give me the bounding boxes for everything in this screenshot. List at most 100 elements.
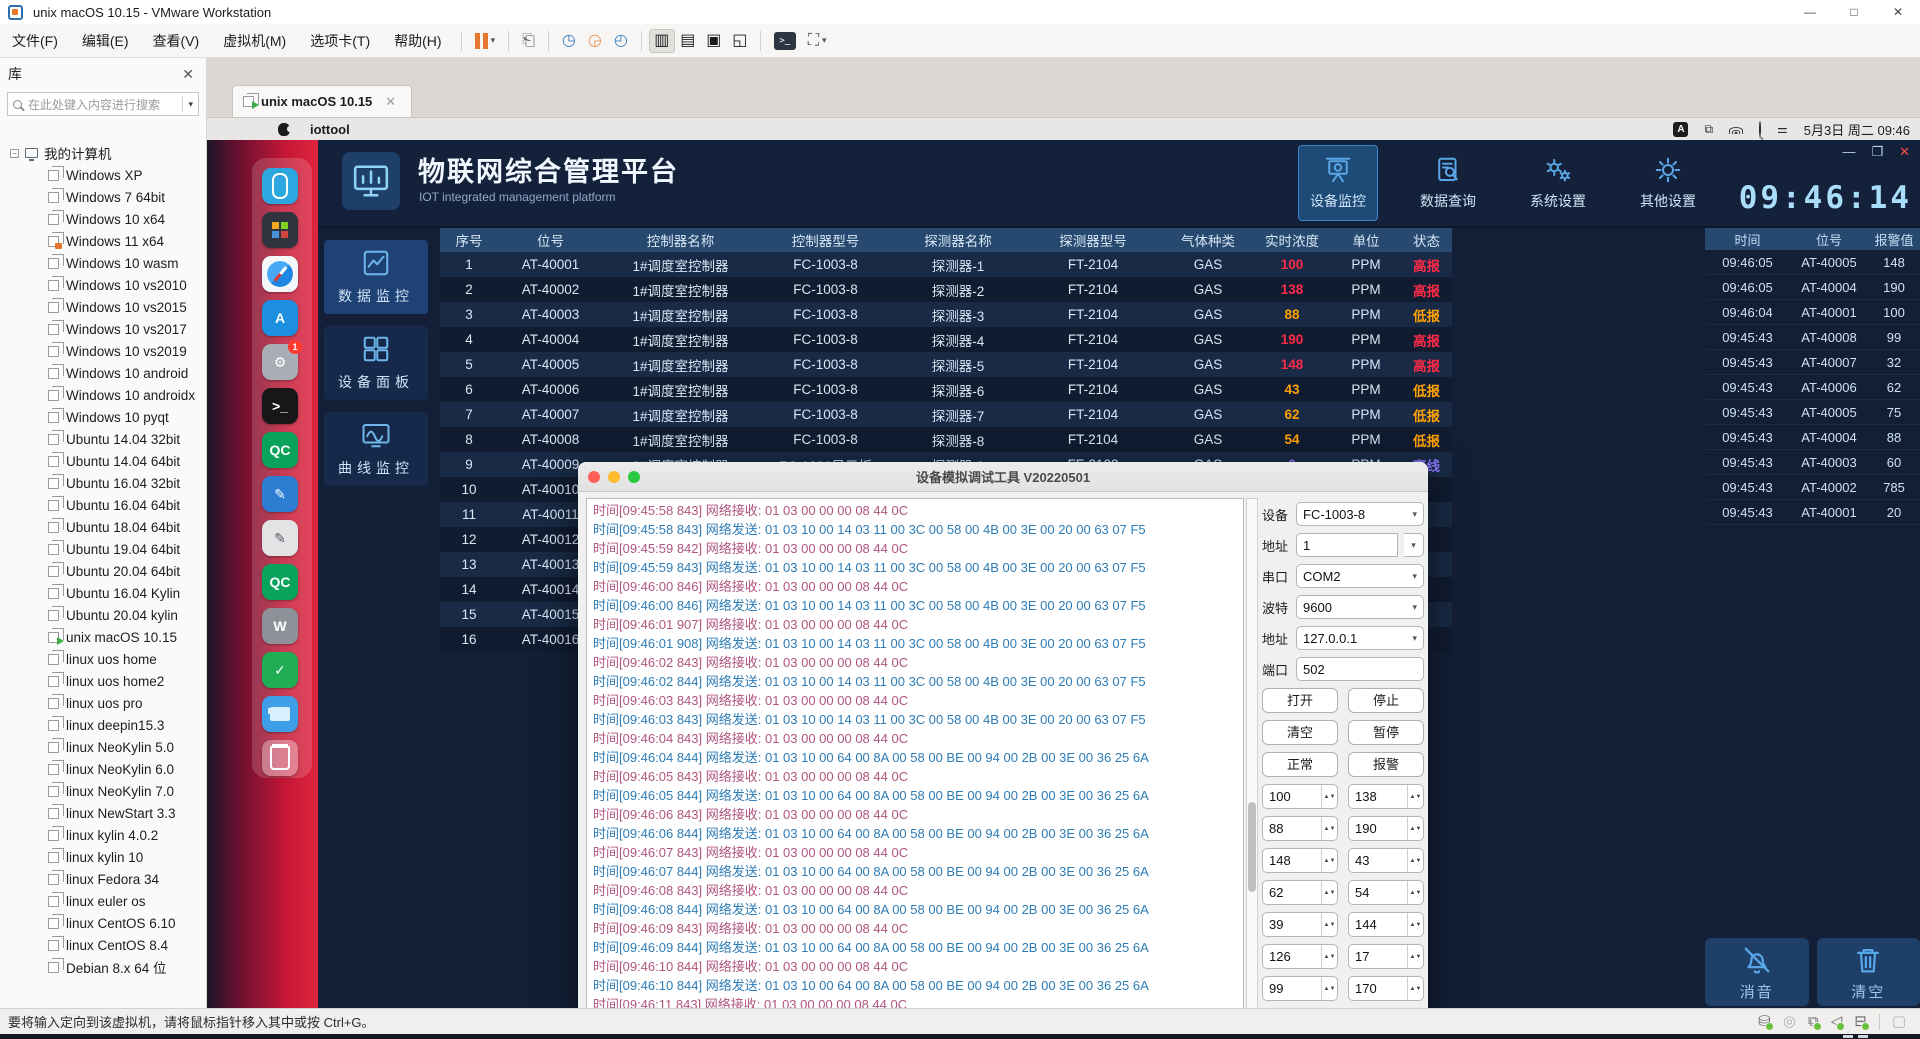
vm-list-item[interactable]: Windows 11 x64 [0,230,206,252]
menu-file[interactable]: 文件(F) [0,24,70,58]
vm-list-item[interactable]: Ubuntu 16.04 Kylin [0,582,206,604]
alarm-row[interactable]: 09:45:43 AT-40006 62 [1705,375,1920,400]
vm-list-item[interactable]: Ubuntu 18.04 64bit [0,516,206,538]
host-close-button[interactable]: ✕ [1876,0,1920,24]
terminal-icon[interactable]: >_ [262,388,298,424]
vm-list-item[interactable]: Windows 10 android [0,362,206,384]
tab-close-icon[interactable]: ✕ [385,94,396,110]
minimize-traffic-light[interactable] [608,471,620,483]
revert-snapshot-button[interactable]: ◶ [582,27,608,55]
mission-control-icon[interactable]: ⧉ [1704,122,1713,137]
dialog-action-button[interactable]: 停止 [1348,688,1424,713]
value-stepper[interactable]: 43▲▼ [1348,848,1424,873]
dialog-titlebar[interactable]: 设备模拟调试工具 V20220501 [578,462,1428,492]
stepper-arrows-icon[interactable]: ▲▼ [1407,881,1423,904]
field-value[interactable]: COM2 ▾ [1296,564,1424,588]
nav-data-monitor[interactable]: 数据监控 [324,240,428,314]
open-terminal-button[interactable]: >_ [768,27,802,55]
dialog-action-button[interactable]: 暂停 [1348,720,1424,745]
tree-root-my-computer[interactable]: − 我的计算机 [0,142,206,164]
spotlight-search-icon[interactable] [1759,122,1761,136]
vm-list-item[interactable]: linux NeoKylin 6.0 [0,758,206,780]
stepper-arrows-icon[interactable]: ▲▼ [1407,849,1423,872]
vm-list-item[interactable]: linux euler os [0,890,206,912]
close-traffic-light[interactable] [588,471,600,483]
device-table-row[interactable]: 4 AT-40004 1#调度室控制器 FC-1003-8 探测器-4 FT-2… [440,327,1452,352]
menu-edit[interactable]: 编辑(E) [70,24,141,58]
menu-vm[interactable]: 虚拟机(M) [211,24,298,58]
alarm-row[interactable]: 09:45:43 AT-40003 60 [1705,450,1920,475]
vm-list-item[interactable]: Debian 8.x 64 位 [0,956,206,978]
stepper-arrows-icon[interactable]: ▲▼ [1321,817,1337,840]
safari-icon[interactable] [262,256,298,292]
app-minimize-button[interactable]: — [1842,144,1855,160]
search-options-chevron-icon[interactable]: ▾ [182,96,193,112]
vm-list-item[interactable]: Ubuntu 20.04 kylin [0,604,206,626]
qc2-icon[interactable]: QC [262,564,298,600]
vm-list-item[interactable]: Ubuntu 16.04 64bit [0,494,206,516]
value-stepper[interactable]: 138▲▼ [1348,784,1424,809]
menubar-app-name[interactable]: iottool [310,122,350,137]
value-stepper[interactable]: 39▲▼ [1262,912,1338,937]
vm-list-item[interactable]: Ubuntu 19.04 64bit [0,538,206,560]
menubar-datetime[interactable]: 5月3日 周二 09:46 [1804,120,1910,139]
cd-device-icon[interactable]: ◎ [1783,1014,1796,1029]
toggle-thumbnail-bar-button[interactable]: ▤ [675,29,701,53]
vm-list-item[interactable]: Windows 10 vs2015 [0,296,206,318]
preferences-icon[interactable]: ⚙ 1 [262,344,298,380]
alarm-row[interactable]: 09:46:05 AT-40004 190 [1705,275,1920,300]
value-stepper[interactable]: 54▲▼ [1348,880,1424,905]
vm-list-item[interactable]: linux NeoKylin 7.0 [0,780,206,802]
app-close-button[interactable]: ✕ [1899,144,1910,160]
value-stepper[interactable]: 17▲▼ [1348,944,1424,969]
vm-list-item[interactable]: linux NewStart 3.3 [0,802,206,824]
stepper-arrows-icon[interactable]: ▲▼ [1321,849,1337,872]
field-value[interactable]: 9600 ▾ [1296,595,1424,619]
alarm-row[interactable]: 09:45:43 AT-40002 785 [1705,475,1920,500]
host-minimize-button[interactable]: — [1788,0,1832,24]
nav-curve-monitor[interactable]: 曲线监控 [324,412,428,486]
header-button-system-settings[interactable]: 系统设置 [1518,145,1598,221]
network-device-icon[interactable]: ⧉ [1808,1014,1819,1029]
dropdown-chevron-icon[interactable]: ▾ [1412,602,1417,613]
mute-button[interactable]: 消音 [1705,938,1809,1006]
stretch-guest-button[interactable]: ⛶▾ [802,27,833,55]
library-close-icon[interactable]: ✕ [178,66,198,83]
vm-list-item[interactable]: linux uos pro [0,692,206,714]
zoom-traffic-light[interactable] [628,471,640,483]
library-search-input[interactable]: 在此处键入内容进行搜索 ▾ [7,92,199,116]
stepper-arrows-icon[interactable]: ▲▼ [1407,817,1423,840]
value-stepper[interactable]: 88▲▼ [1262,816,1338,841]
device-table-row[interactable]: 6 AT-40006 1#调度室控制器 FC-1003-8 探测器-6 FT-2… [440,377,1452,402]
vm-list-item[interactable]: linux Fedora 34 [0,868,206,890]
vm-list-item[interactable]: linux kylin 4.0.2 [0,824,206,846]
marker-blue-icon[interactable]: ✎ [262,476,298,512]
menu-help[interactable]: 帮助(H) [382,24,453,58]
alarm-row[interactable]: 09:45:43 AT-40001 20 [1705,500,1920,525]
scrollbar-thumb[interactable] [1248,802,1256,892]
device-table-row[interactable]: 7 AT-40007 1#调度室控制器 FC-1003-8 探测器-7 FT-2… [440,402,1452,427]
hard-disk-device-icon[interactable]: ⛁ [1758,1014,1771,1029]
pencil-gray-icon[interactable]: ✎ [262,520,298,556]
alarm-row[interactable]: 09:46:05 AT-40005 148 [1705,250,1920,275]
value-stepper[interactable]: 144▲▼ [1348,912,1424,937]
vm-list-item[interactable]: linux deepin15.3 [0,714,206,736]
vm-list-item[interactable]: Ubuntu 16.04 32bit [0,472,206,494]
usb-device-icon[interactable]: ⊟ [1854,1014,1867,1029]
header-button-other-settings[interactable]: 其他设置 [1628,145,1708,221]
fullscreen-button[interactable]: ▣ [701,29,727,53]
combo-dropdown-button[interactable]: ▾ [1404,533,1424,557]
value-stepper[interactable]: 148▲▼ [1262,848,1338,873]
vm-list-item[interactable]: Windows 10 androidx [0,384,206,406]
appstore-icon[interactable]: A [262,300,298,336]
nav-device-panel[interactable]: 设备面板 [324,326,428,400]
power-pause-button[interactable]: ▾ [469,27,502,55]
vm-list-item[interactable]: Windows 10 x64 [0,208,206,230]
wifi-icon[interactable] [1729,124,1743,134]
stepper-arrows-icon[interactable]: ▲▼ [1407,977,1423,1000]
header-button-device-monitor[interactable]: 设备监控 [1298,145,1378,221]
log-output[interactable]: 时间[09:45:58 843] 网络接收: 01 03 00 00 00 08… [586,498,1244,1008]
vm-list-item[interactable]: Windows XP [0,164,206,186]
stepper-arrows-icon[interactable]: ▲▼ [1321,977,1337,1000]
apple-menu-icon[interactable] [278,123,290,136]
